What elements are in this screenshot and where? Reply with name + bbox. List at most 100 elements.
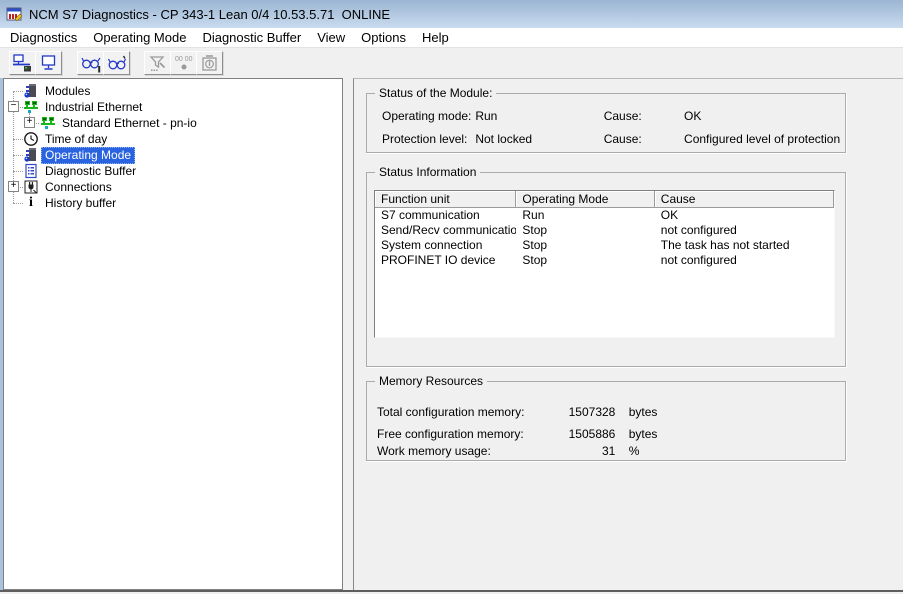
tree-item-diagnostic-buffer[interactable]: Diagnostic Buffer — [4, 163, 342, 179]
cell-function-unit: PROFINET IO device — [375, 253, 516, 268]
ethernet-network-icon — [23, 99, 39, 115]
cause-label: Cause: — [604, 132, 681, 146]
table-row[interactable]: System connection Stop The task has not … — [375, 238, 834, 253]
toolbar-button-glasses[interactable] — [103, 51, 130, 75]
memory-label: Total configuration memory: — [377, 405, 555, 419]
cause-value: Configured level of protection — [684, 132, 840, 146]
memory-unit: bytes — [629, 405, 658, 419]
menu-bar: Diagnostics Operating Mode Diagnostic Bu… — [0, 28, 903, 48]
details-panel: Status of the Module: Operating mode: Ru… — [353, 78, 903, 590]
toolbar-button-filter-edit[interactable] — [144, 51, 171, 75]
ncm-s7-diagnostics-window: NCM S7 Diagnostics - CP 343-1 Lean 0/4 1… — [0, 0, 903, 594]
memory-value: 31 — [558, 444, 615, 458]
column-header[interactable]: Cause — [655, 191, 834, 208]
groupbox-title: Memory Resources — [375, 374, 487, 389]
memory-unit: % — [629, 444, 640, 458]
tree-item-history-buffer[interactable]: i History buffer — [4, 195, 342, 211]
cell-cause: OK — [655, 208, 834, 223]
work-memory-usage-row: Work memory usage: 31 % — [377, 444, 639, 458]
tree-item-label: Standard Ethernet - pn-io — [58, 115, 201, 132]
status-of-module-groupbox: Status of the Module: Operating mode: Ru… — [366, 93, 846, 153]
memory-label: Work memory usage: — [377, 444, 555, 458]
tree-item-time-of-day[interactable]: Time of day — [4, 131, 342, 147]
status-information-table: Function unit Operating Mode Cause S7 co… — [374, 190, 835, 338]
monitor-icon — [38, 53, 59, 73]
tree-item-connections[interactable]: + Connections — [4, 179, 342, 195]
title-bar: NCM S7 Diagnostics - CP 343-1 Lean 0/4 1… — [0, 0, 903, 28]
app-icon — [6, 6, 23, 23]
cell-function-unit: System connection — [375, 238, 516, 253]
module-icon — [23, 147, 39, 163]
column-header[interactable]: Operating Mode — [516, 191, 654, 208]
memory-unit: bytes — [629, 427, 658, 441]
tree-item-label: Industrial Ethernet — [41, 99, 146, 116]
menu-diagnostic-buffer[interactable]: Diagnostic Buffer — [194, 28, 309, 47]
field-value: Run — [475, 109, 600, 123]
tree-item-modules[interactable]: Modules — [4, 83, 342, 99]
toolbar-button-glasses-hold[interactable] — [77, 51, 104, 75]
tree-item-operating-mode[interactable]: Operating Mode — [4, 147, 342, 163]
filter-edit-icon — [147, 53, 169, 74]
groupbox-title: Status of the Module: — [375, 86, 496, 101]
toolbar-button-monitor[interactable] — [35, 51, 62, 75]
menu-operating-mode[interactable]: Operating Mode — [85, 28, 194, 47]
tree-item-label: Time of day — [41, 131, 111, 148]
tree-branch-line — [13, 91, 23, 92]
time-info-icon — [199, 53, 221, 74]
expand-toggle[interactable]: + — [8, 181, 19, 192]
toolbar-button-time-info[interactable] — [196, 51, 223, 75]
tree-item-standard-ethernet-pn-io[interactable]: + Standard Ethernet - pn-io — [4, 115, 342, 131]
menu-options[interactable]: Options — [353, 28, 414, 47]
table-row[interactable]: Send/Recv communication Stop not configu… — [375, 223, 834, 238]
field-label: Operating mode: — [382, 109, 472, 123]
cell-operating-mode: Stop — [516, 238, 654, 253]
cell-cause: not configured — [655, 253, 834, 268]
tree-item-industrial-ethernet[interactable]: − Industrial Ethernet — [4, 99, 342, 115]
cause-value: OK — [684, 109, 701, 123]
tree-item-label: Diagnostic Buffer — [41, 163, 140, 180]
cell-cause: not configured — [655, 223, 834, 238]
cell-operating-mode: Stop — [516, 223, 654, 238]
cell-function-unit: Send/Recv communication — [375, 223, 516, 238]
free-config-memory-row: Free configuration memory: 1505886 bytes — [377, 427, 657, 441]
memory-label: Free configuration memory: — [377, 427, 555, 441]
cell-cause: The task has not started — [655, 238, 834, 253]
tree-item-label: History buffer — [41, 195, 120, 212]
toolbar-button-view-online[interactable] — [9, 51, 36, 75]
buffer-list-icon — [23, 163, 39, 179]
module-icon — [23, 83, 39, 99]
menu-view[interactable]: View — [309, 28, 353, 47]
ethernet-network-icon — [40, 115, 56, 131]
panel-splitter[interactable] — [343, 78, 353, 590]
table-header-row: Function unit Operating Mode Cause — [375, 191, 834, 208]
status-information-groupbox: Status Information Function unit Operati… — [366, 172, 846, 367]
table-row[interactable]: S7 communication Run OK — [375, 208, 834, 223]
window-title: NCM S7 Diagnostics - CP 343-1 Lean 0/4 1… — [29, 7, 390, 22]
field-value: Not locked — [475, 132, 600, 146]
glasses-hold-icon — [80, 53, 102, 74]
tree-branch-line — [13, 171, 23, 172]
tree-item-label: Modules — [41, 83, 94, 100]
diagnostics-tree: Modules − Industrial Ethernet + — [4, 79, 342, 589]
info-i-icon: i — [23, 195, 39, 211]
expand-toggle[interactable]: + — [24, 117, 35, 128]
cell-function-unit: S7 communication — [375, 208, 516, 223]
toolbar-button-counter[interactable]: 00 00 — [170, 51, 197, 75]
groupbox-title: Status Information — [375, 165, 480, 180]
column-header[interactable]: Function unit — [375, 191, 516, 208]
cell-operating-mode: Stop — [516, 253, 654, 268]
diagnostics-tree-panel: Modules − Industrial Ethernet + — [3, 78, 343, 590]
glasses-icon — [106, 53, 128, 74]
tree-branch-line — [13, 139, 23, 140]
field-label: Protection level: — [382, 132, 472, 146]
table-row[interactable]: PROFINET IO device Stop not configured — [375, 253, 834, 268]
menu-diagnostics[interactable]: Diagnostics — [2, 28, 85, 47]
menu-help[interactable]: Help — [414, 28, 457, 47]
cause-label: Cause: — [604, 109, 681, 123]
collapse-toggle[interactable]: − — [8, 101, 19, 112]
total-config-memory-row: Total configuration memory: 1507328 byte… — [377, 405, 657, 419]
memory-value: 1507328 — [558, 405, 615, 419]
memory-resources-groupbox: Memory Resources Total configuration mem… — [366, 381, 846, 461]
counter-icon: 00 00 — [173, 53, 195, 74]
tree-item-label-selected: Operating Mode — [41, 147, 135, 164]
